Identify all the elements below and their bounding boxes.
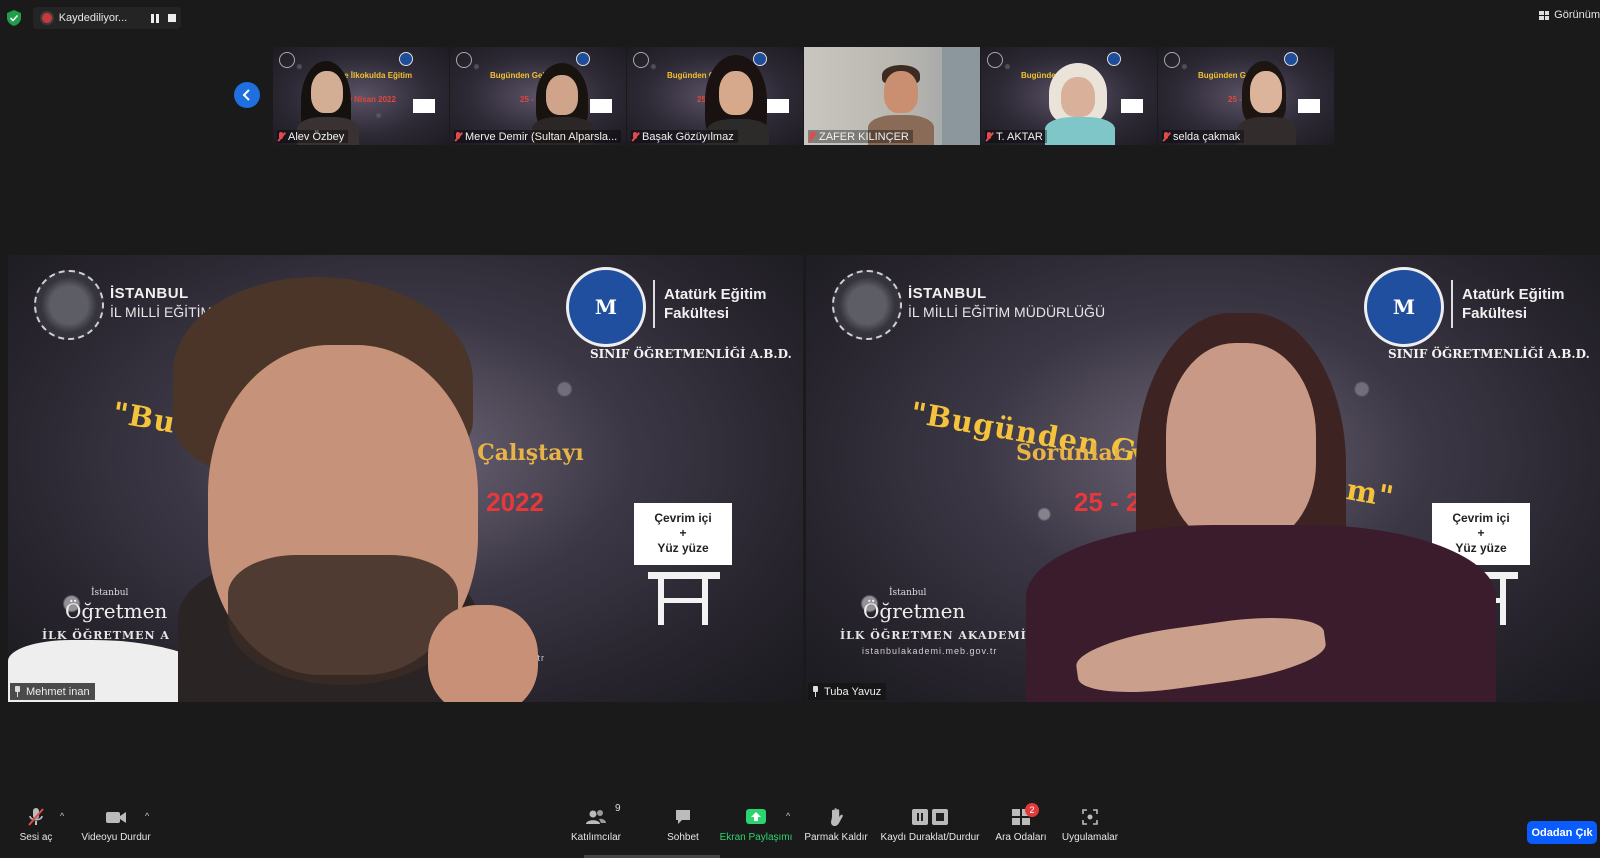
participant-name-label: T. AKTAR xyxy=(985,130,1047,143)
view-label: Görünüm xyxy=(1554,9,1600,21)
breakout-rooms-label: Ara Odaları xyxy=(995,832,1047,843)
meb-subtitle: İL MİLLİ EĞİTİM MÜDÜRLÜĞÜ xyxy=(908,304,1106,320)
recording-label: Kaydediliyor... xyxy=(58,12,128,24)
raise-hand-icon xyxy=(828,806,844,828)
participant-thumbnail[interactable]: Bugünden Gel 25 T. AKTAR xyxy=(981,47,1157,145)
participant-name-label: selda çakmak xyxy=(1162,130,1245,143)
stop-video-label: Videoyu Durdur xyxy=(81,832,151,843)
pin-icon xyxy=(812,686,819,697)
pin-icon xyxy=(14,686,21,697)
previous-page-button[interactable] xyxy=(234,82,260,108)
video-tile-tuba-yavuz[interactable]: İSTANBUL İL MİLLİ EĞİTİM MÜDÜRLÜĞÜ M Ata… xyxy=(806,255,1600,702)
share-options-caret-icon[interactable]: ^ xyxy=(786,811,790,821)
stop-recording-icon[interactable] xyxy=(164,9,181,27)
faculty-name: Atatürk Eğitim Fakültesi xyxy=(664,286,767,322)
participant-gallery-strip: Geleceğe İlkokulda Eğitim 20 Nisan 2022 … xyxy=(273,47,1334,145)
marmara-university-logo-icon: M xyxy=(566,267,646,347)
pause-stop-recording-label: Kaydı Duraklat/Durdur xyxy=(880,832,980,843)
meb-title: İSTANBUL xyxy=(110,285,189,302)
stop-video-button[interactable]: Videoyu Durdur xyxy=(80,806,152,843)
muted-microphone-icon xyxy=(27,806,45,828)
video-camera-icon xyxy=(105,806,127,828)
participants-button[interactable]: 9 Katılımcılar xyxy=(568,803,624,843)
participant-name-label: Merve Demir (Sultan Alparsla... xyxy=(454,130,622,143)
faculty-name: Atatürk Eğitim Fakültesi xyxy=(1462,286,1565,322)
recording-dot-icon xyxy=(42,13,52,23)
raise-hand-label: Parmak Kaldır xyxy=(804,832,868,843)
muted-mic-icon xyxy=(1162,131,1170,142)
department-label: SINIF ÖĞRETMENLİĞİ A.B.D. xyxy=(590,347,792,361)
audio-options-caret-icon[interactable]: ^ xyxy=(60,811,64,821)
event-date: 25 - 2 xyxy=(1074,487,1141,517)
meeting-controls-toolbar: Sesi aç ^ Videoyu Durdur ^ 9 Katılımcıla… xyxy=(0,803,1600,858)
meb-seal-icon xyxy=(832,270,902,340)
department-label: SINIF ÖĞRETMENLİĞİ A.B.D. xyxy=(1388,347,1590,361)
video-options-caret-icon[interactable]: ^ xyxy=(145,811,149,821)
academy-name: İLK ÖĞRETMEN AKADEMİSİ xyxy=(840,629,1042,642)
muted-mic-icon xyxy=(277,131,285,142)
breakout-rooms-button[interactable]: 2 Ara Odaları xyxy=(994,803,1048,843)
participant-name-label: Tuba Yavuz xyxy=(808,683,887,700)
chat-bubble-icon xyxy=(674,806,692,828)
raise-hand-button[interactable]: Parmak Kaldır xyxy=(804,806,868,843)
participant-thumbnail[interactable]: Bugünden Gelec 25 Başak Gözüyılmaz xyxy=(627,47,803,145)
pause-stop-recording-icon xyxy=(911,806,949,828)
participant-name-label: Başak Gözüyılmaz xyxy=(631,130,738,143)
participant-name-label: ZAFER KILINÇER xyxy=(808,130,913,143)
unmute-label: Sesi aç xyxy=(19,832,53,843)
apps-label: Uygulamalar xyxy=(1061,832,1119,843)
participant-thumbnail[interactable]: Geleceğe İlkokulda Eğitim 20 Nisan 2022 … xyxy=(273,47,449,145)
breakout-rooms-icon: 2 xyxy=(1011,803,1039,828)
share-screen-icon xyxy=(745,806,767,828)
participant-thumbnail[interactable]: Bugünden Gel 25 - 26 selda çakmak xyxy=(1158,47,1334,145)
muted-mic-icon xyxy=(808,131,816,142)
recording-indicator: Kaydediliyor... xyxy=(33,7,181,29)
grid-view-icon xyxy=(1539,10,1550,20)
participant-thumbnail[interactable]: ZAFER KILINÇER xyxy=(804,47,980,145)
pause-recording-icon[interactable] xyxy=(146,9,163,27)
pause-stop-recording-button[interactable]: Kaydı Duraklat/Durdur xyxy=(880,806,980,843)
unmute-button[interactable]: Sesi aç xyxy=(18,806,54,843)
format-board: Çevrim içi + Yüz yüze xyxy=(634,503,732,565)
view-button[interactable]: Görünüm xyxy=(1539,9,1600,21)
chat-label: Sohbet xyxy=(667,832,699,843)
meeting-top-bar: Kaydediliyor... Görünüm xyxy=(0,0,1600,36)
academy-url: istanbulakademi.meb.gov.tr xyxy=(862,646,998,656)
participant-name-label: Mehmet inan xyxy=(10,683,95,700)
academy-city: İstanbul xyxy=(91,588,129,598)
participants-icon: 9 xyxy=(585,803,621,828)
meb-title: İSTANBUL xyxy=(908,285,987,302)
apps-icon xyxy=(1081,806,1099,828)
chat-button[interactable]: Sohbet xyxy=(664,806,702,843)
shield-icon[interactable] xyxy=(7,10,21,26)
leave-meeting-button[interactable]: Odadan Çık xyxy=(1527,821,1597,844)
share-screen-label: Ekran Paylaşımı xyxy=(719,832,793,843)
event-subtitle: r Çalıştayı xyxy=(458,440,584,466)
easel-icon xyxy=(648,572,720,625)
academy-city: İstanbul xyxy=(889,588,927,598)
muted-mic-icon xyxy=(631,131,639,142)
academy-logo-text: Öğretmen xyxy=(65,599,168,623)
academy-logo-text: Öğretmen xyxy=(863,599,966,623)
participants-count: 9 xyxy=(615,803,621,814)
breakout-rooms-badge: 2 xyxy=(1025,803,1039,817)
share-screen-button[interactable]: Ekran Paylaşımı xyxy=(720,806,792,843)
marmara-university-logo-icon: M xyxy=(1364,267,1444,347)
muted-mic-icon xyxy=(454,131,462,142)
muted-mic-icon xyxy=(985,131,993,142)
meb-seal-icon xyxy=(34,270,104,340)
apps-button[interactable]: Uygulamalar xyxy=(1060,806,1120,843)
participant-thumbnail[interactable]: Bugünden Geleceğe 25 - 26 Merve Demir (S… xyxy=(450,47,626,145)
participant-name-label: Alev Özbey xyxy=(277,130,349,143)
video-tile-mehmet-inan[interactable]: İSTANBUL İL MİLLİ EĞİTİM M M Atatürk Eği… xyxy=(8,255,803,702)
participants-label: Katılımcılar xyxy=(570,832,621,843)
chevron-left-icon xyxy=(242,89,250,101)
